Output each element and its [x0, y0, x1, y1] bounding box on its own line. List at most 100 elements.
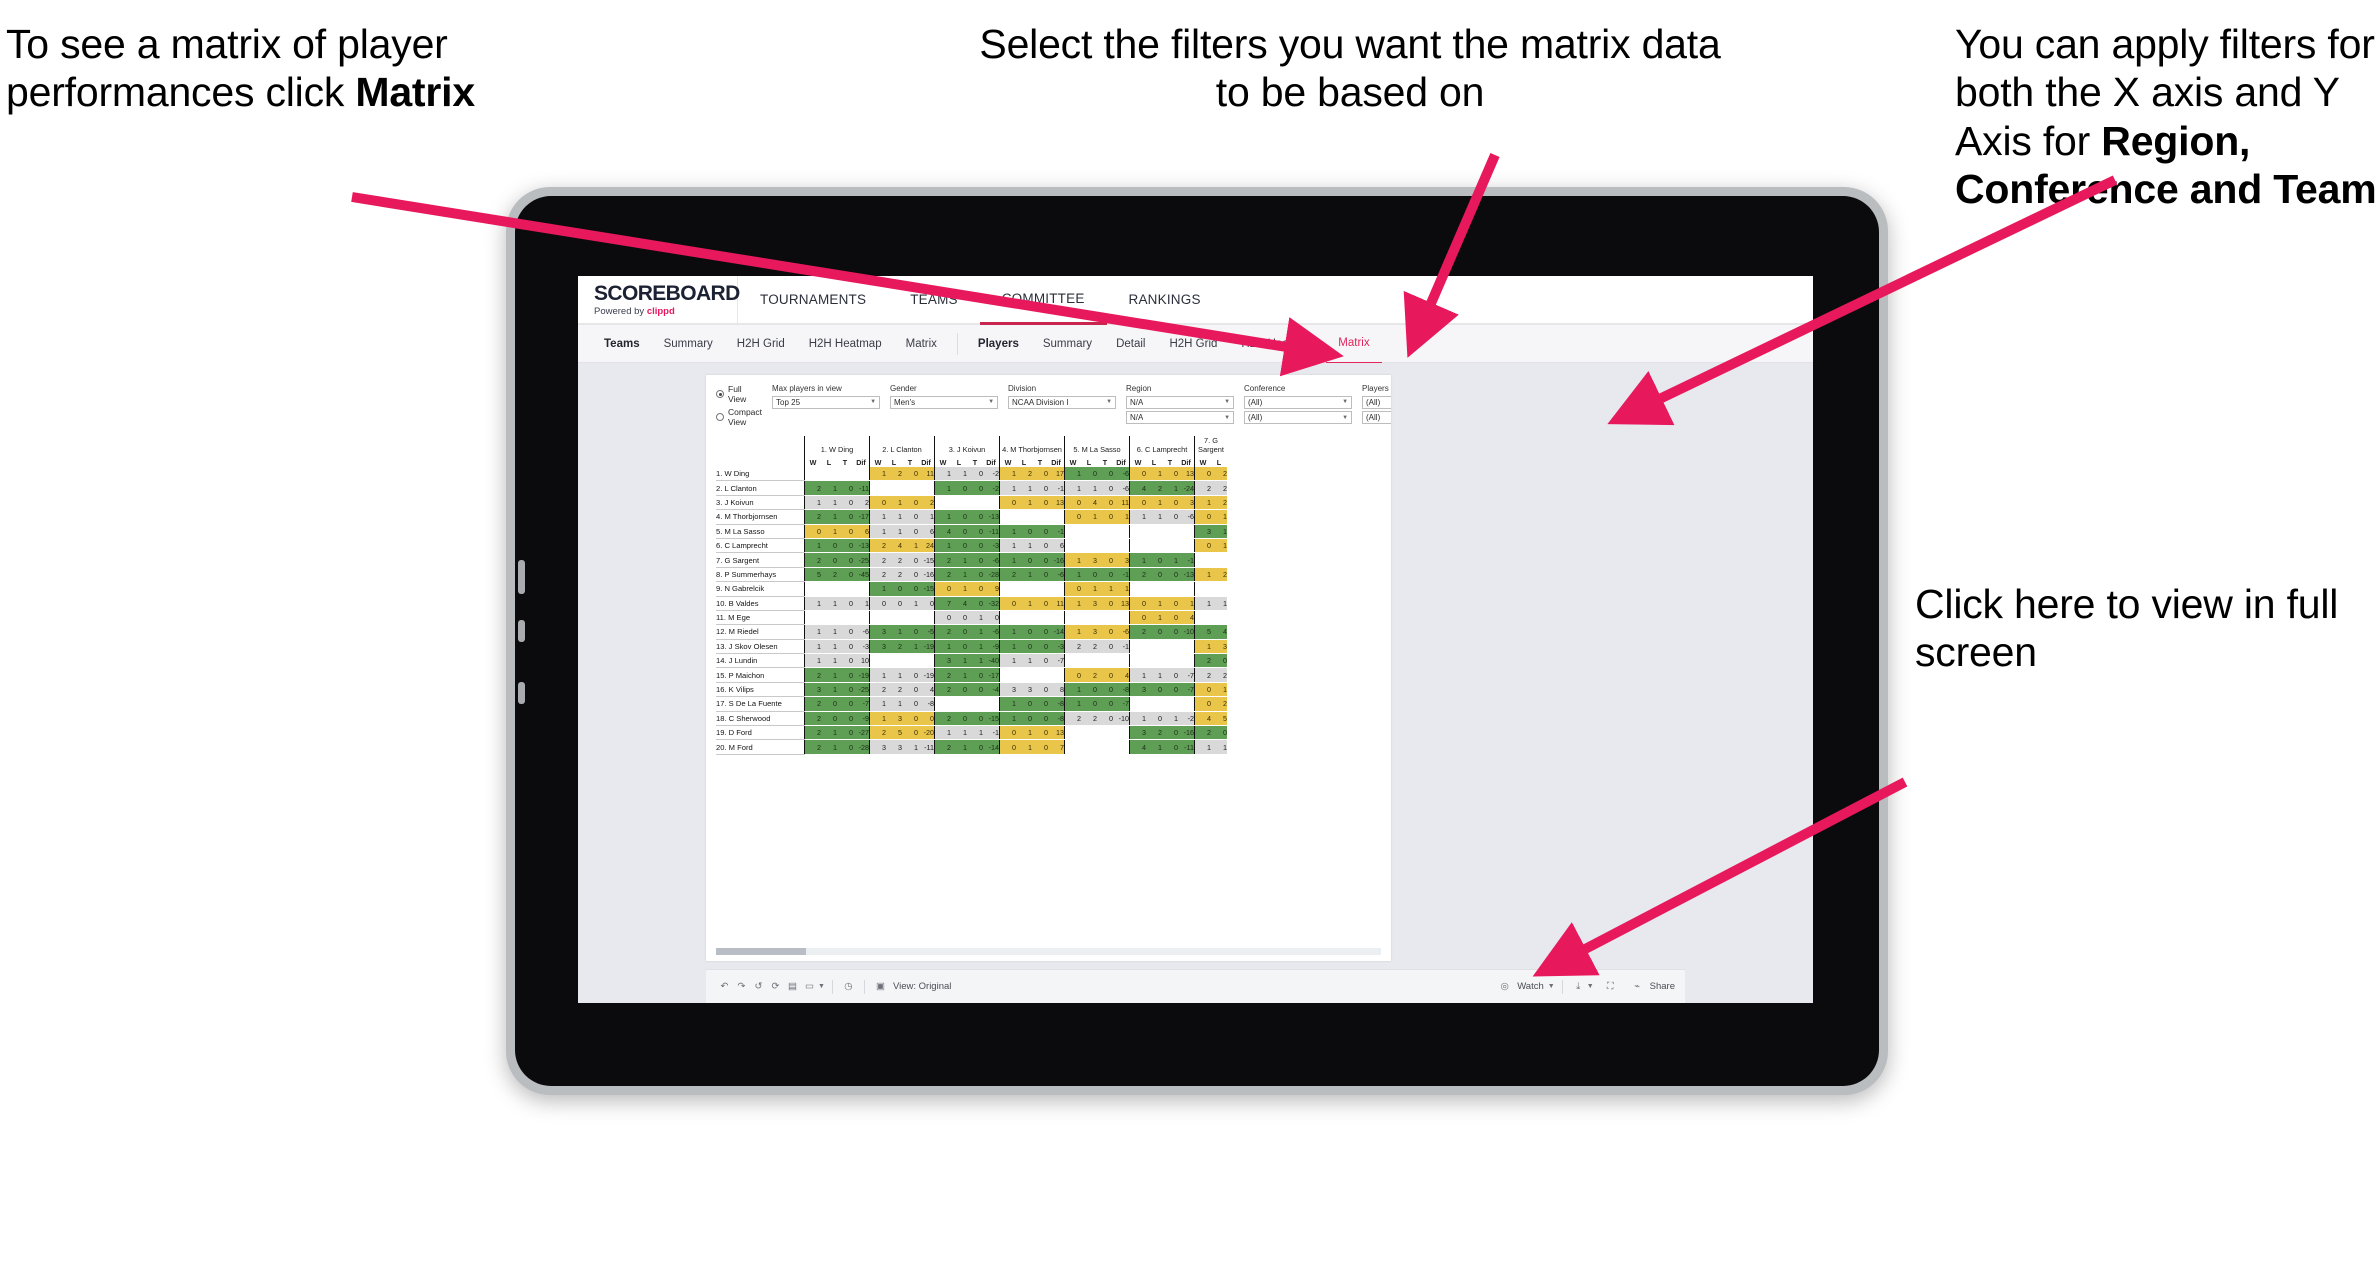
matrix-cell[interactable]: 2: [1211, 696, 1227, 712]
matrix-cell[interactable]: -10: [1113, 711, 1130, 727]
matrix-cell[interactable]: 0: [1097, 667, 1113, 683]
matrix-cell[interactable]: -11: [853, 480, 870, 496]
region-y-select[interactable]: N/A ▼: [1126, 411, 1235, 424]
matrix-cell[interactable]: [1064, 538, 1081, 554]
matrix-cell[interactable]: 3: [1081, 624, 1097, 640]
matrix-cell[interactable]: 0: [967, 567, 983, 583]
matrix-cell[interactable]: -7: [1178, 667, 1195, 683]
matrix-cell[interactable]: -14: [1048, 624, 1065, 640]
matrix-cell[interactable]: 3: [1194, 524, 1211, 539]
matrix-cell[interactable]: -19: [918, 639, 935, 655]
matrix-cell[interactable]: 5: [804, 567, 821, 583]
matrix-cell[interactable]: 2: [1211, 667, 1227, 683]
matrix-cell[interactable]: -1: [1048, 480, 1065, 496]
matrix-cell[interactable]: [1113, 538, 1130, 554]
matrix-cell[interactable]: 1: [999, 552, 1016, 568]
matrix-cell[interactable]: 0: [951, 610, 967, 626]
matrix-cell[interactable]: [1178, 538, 1195, 554]
max-players-select[interactable]: Top 25 ▼: [772, 395, 881, 409]
matrix-cell[interactable]: 1: [951, 552, 967, 568]
matrix-cell[interactable]: [1064, 653, 1081, 669]
matrix-cell[interactable]: 0: [902, 581, 918, 597]
matrix-cell[interactable]: 0: [1097, 552, 1113, 568]
matrix-cell[interactable]: [869, 653, 886, 669]
matrix-cell[interactable]: 2: [869, 538, 886, 554]
matrix-cell[interactable]: 3: [1113, 552, 1130, 568]
matrix-cell[interactable]: [886, 480, 902, 496]
matrix-cell[interactable]: 0: [967, 739, 983, 755]
matrix-cell[interactable]: 0: [1162, 667, 1178, 683]
matrix-cell[interactable]: 1: [886, 667, 902, 683]
matrix-row-header[interactable]: 11. M Ege: [716, 610, 805, 626]
matrix-cell[interactable]: -20: [918, 725, 935, 741]
matrix-cell[interactable]: 0: [1162, 495, 1178, 511]
view-original-button[interactable]: ▣ View: Original: [872, 978, 951, 995]
matrix-cell[interactable]: [804, 610, 821, 626]
matrix-cell[interactable]: -9: [983, 639, 1000, 655]
matrix-cell[interactable]: 1: [1211, 538, 1227, 554]
matrix-cell[interactable]: 0: [1032, 524, 1048, 539]
brand-logo[interactable]: SCOREBOARD Powered by clippd: [578, 276, 740, 323]
matrix-cell[interactable]: -6: [853, 624, 870, 640]
matrix-cell[interactable]: 1: [967, 653, 983, 669]
radio-compact-view[interactable]: Compact View: [716, 407, 762, 427]
matrix-cell[interactable]: 2: [1016, 467, 1032, 482]
matrix-cell[interactable]: [1032, 581, 1048, 597]
table-row[interactable]: 9. N Gabrelcik 1 0 0 -15 0 1 0 9 0 1 1 1: [716, 581, 1227, 597]
matrix-cell[interactable]: [1178, 653, 1195, 669]
matrix-cell[interactable]: 5: [1211, 711, 1227, 727]
matrix-cell[interactable]: -19: [853, 667, 870, 683]
matrix-cell[interactable]: 0: [1032, 480, 1048, 496]
matrix-cell[interactable]: 0: [1146, 567, 1162, 583]
matrix-cell[interactable]: 1: [804, 653, 821, 669]
matrix-cell[interactable]: 1: [869, 524, 886, 539]
matrix-cell[interactable]: 4: [1178, 610, 1195, 626]
matrix-cell[interactable]: 0: [837, 538, 853, 554]
matrix-cell[interactable]: 0: [1162, 509, 1178, 525]
matrix-cell[interactable]: 0: [837, 696, 853, 712]
matrix-cell[interactable]: 1: [934, 639, 951, 655]
matrix-cell[interactable]: 1: [1146, 467, 1162, 482]
matrix-cell[interactable]: 2: [886, 639, 902, 655]
matrix-cell[interactable]: 0: [1146, 552, 1162, 568]
matrix-col-header[interactable]: 5. M La Sasso: [1064, 436, 1130, 454]
matrix-cell[interactable]: 2: [999, 567, 1016, 583]
matrix-cell[interactable]: 0: [1129, 495, 1146, 511]
watch-button[interactable]: ◎ Watch ▼: [1496, 978, 1555, 995]
matrix-cell[interactable]: [1129, 581, 1146, 597]
matrix-cell[interactable]: [1097, 610, 1113, 626]
sub-nav-teams-h2h-grid[interactable]: H2H Grid: [725, 325, 797, 363]
matrix-cell[interactable]: 0: [1129, 596, 1146, 611]
matrix-cell[interactable]: 0: [821, 696, 837, 712]
matrix-cell[interactable]: [1097, 739, 1113, 755]
matrix-cell[interactable]: 1: [902, 739, 918, 755]
matrix-cell[interactable]: [1178, 639, 1195, 655]
matrix-cell[interactable]: -15: [983, 711, 1000, 727]
share-button[interactable]: ⌁ Share: [1629, 978, 1675, 995]
matrix-cell[interactable]: 0: [902, 495, 918, 511]
matrix-cell[interactable]: 2: [934, 567, 951, 583]
matrix-cell[interactable]: 0: [837, 639, 853, 655]
matrix-cell[interactable]: 0: [902, 711, 918, 727]
matrix-cell[interactable]: 0: [1162, 725, 1178, 741]
matrix-cell[interactable]: 0: [1032, 538, 1048, 554]
matrix-cell[interactable]: [1016, 667, 1032, 683]
matrix-cell[interactable]: 0: [1032, 567, 1048, 583]
matrix-cell[interactable]: 11: [1048, 596, 1065, 611]
matrix-cell[interactable]: [918, 653, 935, 669]
matrix-cell[interactable]: [1032, 610, 1048, 626]
matrix-cell[interactable]: 0: [1064, 581, 1081, 597]
matrix-cell[interactable]: -3: [1048, 639, 1065, 655]
matrix-cell[interactable]: [1146, 696, 1162, 712]
matrix-cell[interactable]: 1: [951, 725, 967, 741]
matrix-cell[interactable]: 0: [1064, 509, 1081, 525]
matrix-cell[interactable]: 1: [804, 495, 821, 511]
matrix-cell[interactable]: -27: [853, 725, 870, 741]
matrix-cell[interactable]: 1: [934, 538, 951, 554]
matrix-cell[interactable]: 1: [1081, 509, 1097, 525]
matrix-cell[interactable]: 3: [1081, 596, 1097, 611]
matrix-cell[interactable]: -7: [853, 696, 870, 712]
matrix-cell[interactable]: 0: [1016, 696, 1032, 712]
matrix-cell[interactable]: 0: [1162, 739, 1178, 755]
matrix-cell[interactable]: 1: [1162, 552, 1178, 568]
